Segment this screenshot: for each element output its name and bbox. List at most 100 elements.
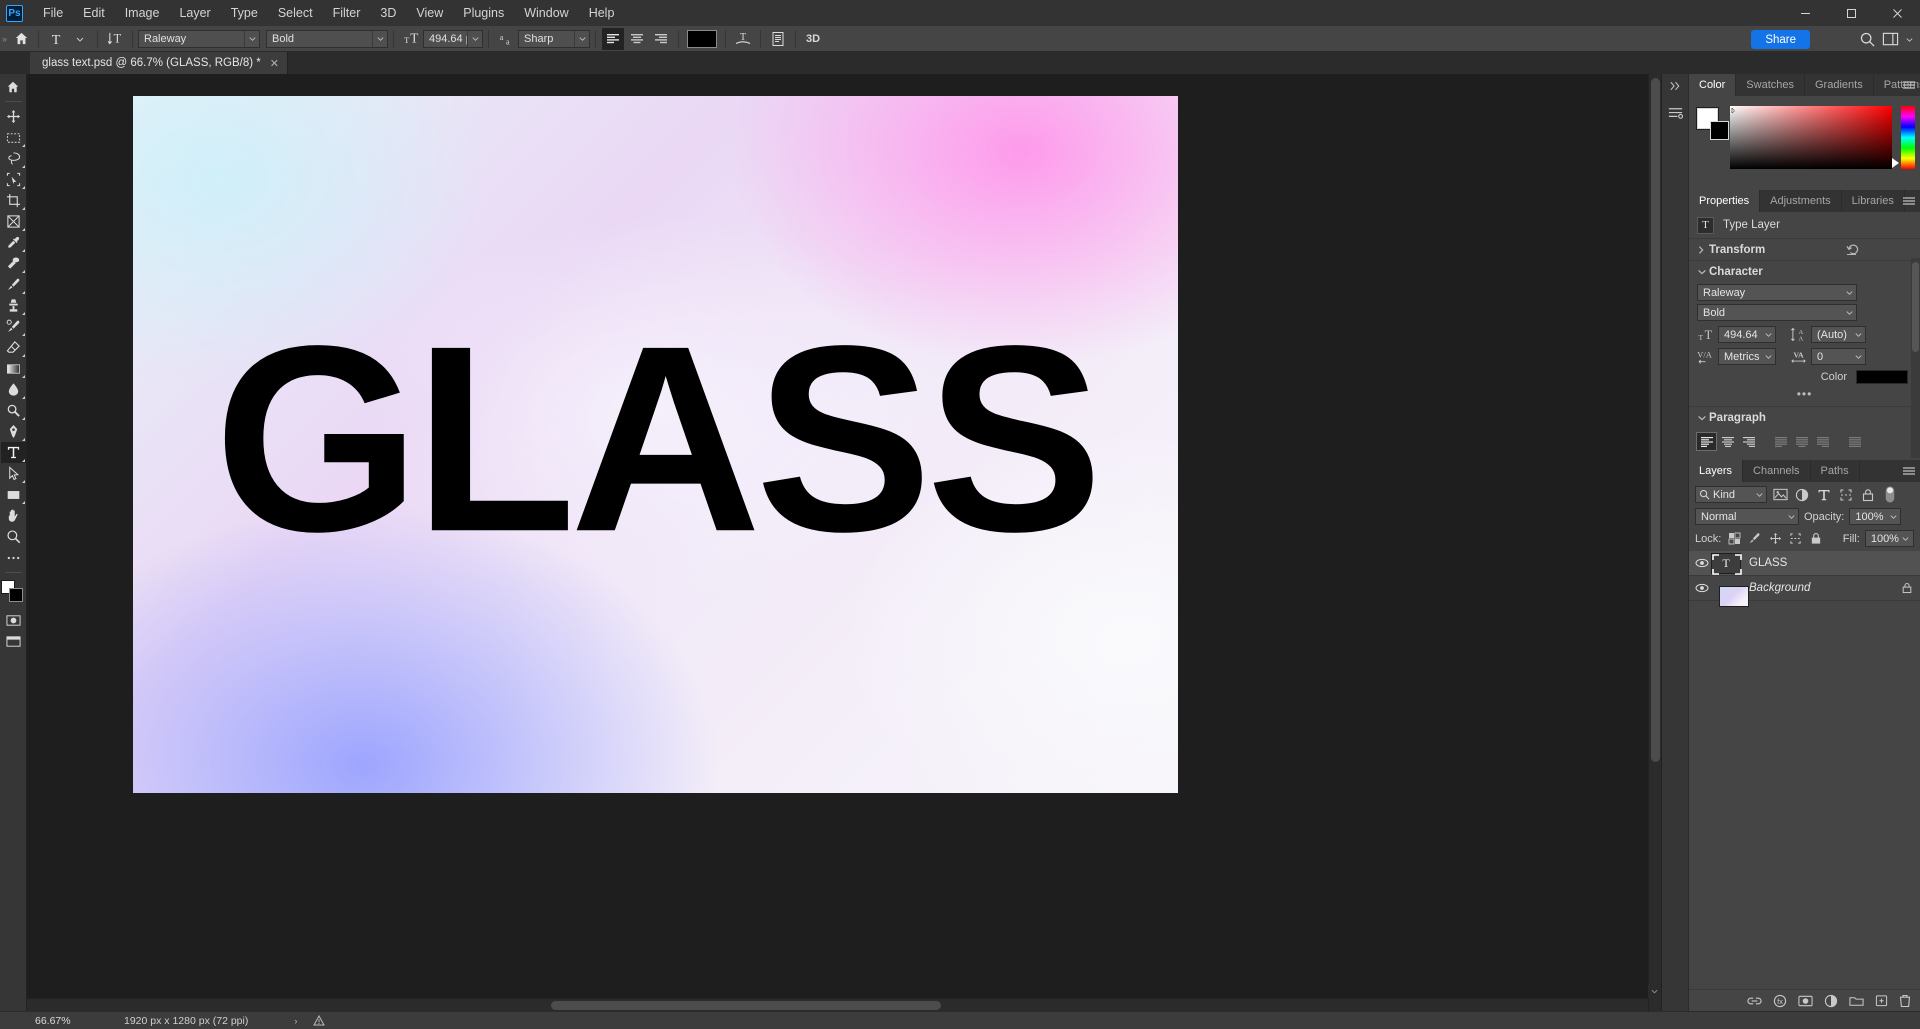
zoom-level-input[interactable]: 66.67%: [32, 1014, 90, 1028]
menu-item-image[interactable]: Image: [115, 0, 170, 26]
align-left-button[interactable]: [602, 28, 624, 50]
shape-filter-icon[interactable]: [1837, 486, 1855, 503]
tab-adjustments[interactable]: Adjustments: [1760, 190, 1842, 212]
layer-visibility-icon[interactable]: [1693, 583, 1711, 593]
tab-swatches[interactable]: Swatches: [1736, 74, 1805, 96]
eraser-tool[interactable]: [1, 337, 26, 358]
paragraph-justify-last-right-button[interactable]: [1813, 433, 1832, 450]
table-row[interactable]: Background: [1689, 576, 1920, 601]
chevron-down-icon[interactable]: [372, 31, 387, 47]
home-icon[interactable]: [10, 28, 32, 50]
character-leading-input[interactable]: (Auto): [1811, 326, 1866, 343]
pen-tool[interactable]: [1, 421, 26, 442]
chevron-down-icon[interactable]: [1784, 509, 1798, 524]
menu-item-layer[interactable]: Layer: [169, 0, 220, 26]
paragraph-align-center-button[interactable]: [1718, 433, 1737, 450]
character-kerning-input[interactable]: Metrics: [1718, 348, 1776, 365]
lock-artboard-nesting-icon[interactable]: [1788, 530, 1803, 547]
workspace-chevron-down-icon[interactable]: [1905, 35, 1914, 44]
maximize-button[interactable]: [1828, 0, 1874, 26]
opacity-input[interactable]: 100%: [1849, 508, 1901, 525]
chevron-down-icon[interactable]: [574, 31, 589, 47]
artboard[interactable]: GLASS: [133, 96, 1178, 793]
chevron-down-icon[interactable]: [1851, 327, 1865, 342]
chevron-down-icon[interactable]: [1842, 285, 1856, 300]
background-color-swatch[interactable]: [9, 588, 23, 602]
chevron-down-icon[interactable]: [1761, 327, 1775, 342]
gradient-tool[interactable]: [1, 358, 26, 379]
close-icon[interactable]: ✕: [270, 57, 279, 70]
font-style-combo[interactable]: Bold: [266, 30, 388, 48]
new-group-icon[interactable]: [1849, 995, 1864, 1007]
paragraph-align-right-button[interactable]: [1739, 433, 1758, 450]
lock-all-icon[interactable]: [1808, 530, 1823, 547]
tab-channels[interactable]: Channels: [1743, 460, 1810, 482]
edit-toolbar-more-icon[interactable]: [1, 547, 26, 568]
expand-panels-icon[interactable]: [1662, 78, 1688, 94]
layer-visibility-icon[interactable]: [1693, 558, 1711, 568]
chevron-down-icon[interactable]: [244, 31, 259, 47]
lock-image-pixels-icon[interactable]: [1747, 530, 1762, 547]
character-font-style-combo[interactable]: Bold: [1697, 304, 1857, 321]
eyedropper-tool[interactable]: [1, 232, 26, 253]
tab-properties[interactable]: Properties: [1689, 190, 1760, 212]
menu-item-edit[interactable]: Edit: [73, 0, 115, 26]
clone-stamp-tool[interactable]: [1, 295, 26, 316]
menu-item-type[interactable]: Type: [221, 0, 268, 26]
hue-slider[interactable]: [1901, 106, 1915, 169]
layer-filter-kind-select[interactable]: Kind: [1695, 486, 1767, 503]
menu-item-window[interactable]: Window: [514, 0, 578, 26]
crop-tool[interactable]: [1, 190, 26, 211]
chevron-down-icon[interactable]: [467, 31, 482, 47]
reset-icon[interactable]: [1846, 243, 1860, 256]
minimize-button[interactable]: [1782, 0, 1828, 26]
history-brush-tool[interactable]: [1, 316, 26, 337]
canvas-area[interactable]: GLASS: [27, 74, 1661, 1011]
layer-name[interactable]: Background: [1749, 582, 1810, 594]
type-filter-icon[interactable]: [1815, 486, 1833, 503]
table-row[interactable]: T GLASS: [1689, 551, 1920, 576]
tab-color[interactable]: Color: [1689, 74, 1736, 96]
layer-locked-icon[interactable]: [1902, 582, 1912, 594]
chevron-down-icon[interactable]: [1851, 349, 1865, 364]
toggle-panels-icon[interactable]: [767, 28, 789, 50]
3d-mode-button[interactable]: 3D: [802, 28, 824, 50]
screen-mode-icon[interactable]: [1, 631, 26, 652]
scrollbar-thumb[interactable]: [551, 1001, 941, 1010]
chevron-down-icon[interactable]: [1886, 509, 1900, 524]
lock-position-icon[interactable]: [1767, 530, 1782, 547]
brush-tool[interactable]: [1, 274, 26, 295]
character-more-options-icon[interactable]: •••: [1689, 384, 1920, 406]
warp-text-icon[interactable]: T: [732, 28, 754, 50]
chevron-down-icon[interactable]: [1899, 531, 1913, 546]
anti-aliasing-combo[interactable]: Sharp: [518, 30, 590, 48]
zoom-tool[interactable]: [1, 526, 26, 547]
foreground-background-color[interactable]: [1, 580, 25, 604]
add-layer-style-icon[interactable]: fx: [1773, 994, 1787, 1008]
paragraph-section-header[interactable]: Paragraph: [1689, 406, 1920, 428]
color-panel-fg-bg[interactable]: [1697, 108, 1731, 140]
move-tool[interactable]: [1, 106, 26, 127]
font-family-combo[interactable]: Raleway: [138, 30, 260, 48]
history-panel-icon[interactable]: [1663, 100, 1688, 126]
frame-tool[interactable]: [1, 211, 26, 232]
add-layer-mask-icon[interactable]: [1798, 995, 1813, 1007]
blur-tool[interactable]: [1, 379, 26, 400]
workspace-icon[interactable]: [1882, 31, 1899, 48]
panel-menu-icon[interactable]: [1902, 190, 1916, 212]
canvas-text-glass[interactable]: GLASS: [133, 307, 1178, 572]
pixel-filter-icon[interactable]: [1771, 486, 1789, 503]
quick-mask-icon[interactable]: [1, 610, 26, 631]
menu-item-select[interactable]: Select: [268, 0, 323, 26]
align-right-button[interactable]: [650, 28, 672, 50]
document-tab[interactable]: glass text.psd @ 66.7% (GLASS, RGB/8) * …: [30, 52, 288, 74]
rectangular-marquee-tool[interactable]: [1, 127, 26, 148]
adjustment-filter-icon[interactable]: [1793, 486, 1811, 503]
character-font-size-input[interactable]: 494.64 pt: [1718, 326, 1776, 343]
layer-thumbnail[interactable]: T: [1711, 553, 1741, 574]
chevron-down-icon[interactable]: [1842, 305, 1856, 320]
dodge-tool[interactable]: [1, 400, 26, 421]
canvas-vertical-scrollbar[interactable]: [1648, 74, 1661, 1011]
scroll-down-icon[interactable]: [1648, 985, 1661, 998]
menu-item-filter[interactable]: Filter: [323, 0, 371, 26]
